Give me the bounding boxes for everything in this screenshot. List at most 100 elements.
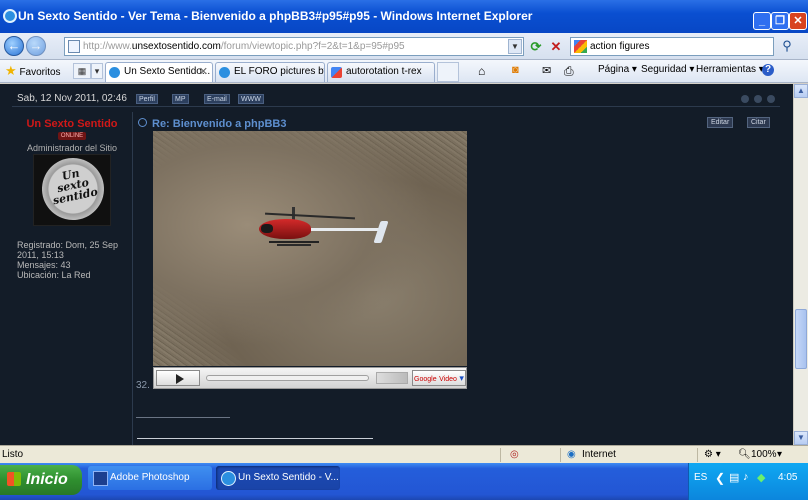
address-toolbar: ← → http://www.unsextosentido.com/forum/… — [0, 33, 808, 60]
helicopter-canopy — [261, 224, 273, 233]
ie-page-icon — [219, 67, 230, 78]
tray-arrow-icon[interactable]: ❮ — [715, 471, 725, 485]
email-button[interactable]: E-mail — [204, 94, 230, 104]
profile-button[interactable]: Perfil — [136, 94, 158, 104]
divider — [500, 448, 501, 462]
video-sub-label: Video — [439, 376, 457, 383]
edit-button[interactable]: Editar — [707, 117, 734, 128]
video-controls: Google Video ▾ — [153, 367, 467, 389]
tab-list-button[interactable]: ▾ — [91, 63, 103, 79]
mail-icon[interactable]: ✉ — [542, 64, 551, 77]
www-button[interactable]: WWW — [238, 94, 264, 104]
helicopter-tailfin — [373, 221, 389, 243]
close-tab-icon[interactable]: ✕ — [199, 65, 208, 78]
system-tray: ES ❮ ▤ ♪ ◆ 4:05 — [688, 463, 808, 500]
settings-gear-icon[interactable]: ⚙ ▾ — [704, 449, 721, 460]
avatar: Un sexto sentido — [33, 153, 111, 226]
tab-un-sexto-sentido[interactable]: Un Sexto Sentido... ✕ — [105, 62, 213, 82]
address-bar[interactable]: http://www.unsextosentido.com/forum/view… — [64, 37, 524, 56]
windows-logo-icon — [7, 472, 21, 486]
search-input[interactable]: action figures — [570, 37, 774, 56]
star-icon: ★ — [5, 63, 17, 78]
author-name[interactable]: Un Sexto Sentido — [12, 118, 132, 130]
favorites-button[interactable]: ★ Favoritos — [5, 63, 61, 79]
tab-autorotation[interactable]: autorotation t-rex — [327, 62, 435, 82]
zone-text: Internet — [582, 449, 616, 460]
post-report-icon[interactable] — [741, 95, 749, 103]
security-menu[interactable]: Seguridad ▾ — [641, 64, 694, 75]
photoshop-icon — [93, 471, 108, 486]
messages-text: Mensajes: 43 — [17, 260, 71, 270]
signature-divider — [136, 417, 230, 418]
post-info-icon[interactable] — [754, 95, 762, 103]
tab-el-foro[interactable]: EL FORO pictures by ... — [215, 62, 325, 82]
search-button[interactable]: ⚲ — [776, 37, 798, 56]
helicopter-skid — [269, 241, 319, 243]
page-icon — [68, 40, 80, 53]
quick-tabs-button[interactable]: ▦ — [73, 63, 91, 79]
start-button[interactable]: Inicio — [0, 465, 82, 495]
network-icon[interactable]: ▤ — [729, 471, 739, 484]
tools-menu[interactable]: Herramientas ▾ — [696, 64, 764, 75]
address-dropdown-button[interactable]: ▼ — [508, 39, 522, 54]
close-button[interactable]: ✕ — [789, 12, 807, 30]
minimize-button[interactable]: _ — [753, 12, 771, 30]
divider — [132, 112, 133, 445]
post-header: Sab, 12 Nov 2011, 02:46 Perfil MP E-mail… — [12, 91, 780, 107]
divider — [560, 448, 561, 462]
scroll-down-button[interactable]: ▼ — [794, 431, 808, 445]
help-icon[interactable]: ? — [762, 64, 774, 76]
google-video-button[interactable]: Google Video ▾ — [412, 370, 466, 386]
zoom-level[interactable]: 100% — [751, 449, 777, 460]
status-bar: Listo ◎ ◉ Internet ⚙ ▾ 🔍︎ 100% ▾ — [0, 445, 808, 463]
quote-button[interactable]: Citar — [747, 117, 770, 128]
forward-button[interactable]: → — [26, 36, 46, 56]
taskbar-item-label: Adobe Photoshop — [110, 472, 190, 483]
post-top-icon[interactable] — [767, 95, 775, 103]
volume-icon[interactable]: ♪ — [743, 471, 749, 483]
new-tab-button[interactable] — [437, 62, 459, 82]
post-subject[interactable]: Re: Bienvenido a phpBB3 — [138, 118, 286, 130]
ie-logo-icon — [3, 9, 17, 23]
play-button[interactable] — [156, 370, 200, 386]
page-content: Sab, 12 Nov 2011, 02:46 Perfil MP E-mail… — [0, 84, 793, 445]
helicopter-tail — [309, 228, 381, 231]
page-menu[interactable]: Página ▾ — [598, 64, 637, 75]
print-icon[interactable]: ⎙ — [564, 64, 574, 79]
pm-button[interactable]: MP — [172, 94, 189, 104]
scroll-up-button[interactable]: ▲ — [794, 84, 808, 98]
author-info: Registrado: Dom, 25 Sep 2011, 15:13 Mens… — [17, 240, 127, 280]
google-video-label: Google — [414, 376, 437, 383]
author-panel: Un Sexto Sentido ONLINE Administrador de… — [12, 112, 132, 445]
volume-slider[interactable] — [376, 372, 408, 384]
clock[interactable]: 4:05 — [778, 472, 797, 483]
helicopter-skid — [277, 244, 311, 246]
title-bar: Un Sexto Sentido - Ver Tema - Bienvenido… — [0, 0, 808, 33]
protected-mode-icon[interactable]: ◎ — [510, 449, 519, 460]
home-icon[interactable]: ⌂ — [478, 64, 485, 78]
video-player: Google Video ▾ — [153, 131, 467, 389]
feeds-icon[interactable]: ◙ — [512, 64, 519, 76]
language-indicator[interactable]: ES — [694, 472, 707, 483]
tab-label: Un Sexto Sentido... — [124, 66, 211, 77]
post-subject-text: Re: Bienvenido a phpBB3 — [152, 118, 287, 130]
back-button[interactable]: ← — [4, 36, 24, 56]
taskbar-item-ie[interactable]: Un Sexto Sentido - V... — [216, 466, 340, 490]
window-title: Un Sexto Sentido - Ver Tema - Bienvenido… — [18, 9, 533, 23]
online-badge: ONLINE — [58, 132, 86, 140]
play-icon — [176, 374, 184, 384]
progress-bar[interactable] — [206, 375, 369, 381]
zoom-dropdown-icon[interactable]: ▾ — [777, 449, 782, 460]
stop-icon[interactable]: ✕ — [548, 39, 564, 55]
vertical-scrollbar[interactable]: ▲ ▼ — [793, 84, 808, 445]
scroll-thumb[interactable] — [795, 309, 807, 369]
refresh-icon[interactable]: ⟳ — [528, 39, 544, 55]
favorites-label: Favoritos — [19, 67, 61, 78]
taskbar-item-label: Un Sexto Sentido - V... — [238, 472, 339, 483]
ie-page-icon — [109, 67, 120, 78]
security-shield-icon[interactable]: ◆ — [757, 471, 765, 484]
taskbar-item-photoshop[interactable]: Adobe Photoshop — [88, 466, 212, 490]
video-frame[interactable] — [153, 131, 467, 366]
maximize-button[interactable]: ❐ — [771, 12, 789, 30]
taskbar: Inicio Adobe Photoshop Un Sexto Sentido … — [0, 463, 808, 500]
